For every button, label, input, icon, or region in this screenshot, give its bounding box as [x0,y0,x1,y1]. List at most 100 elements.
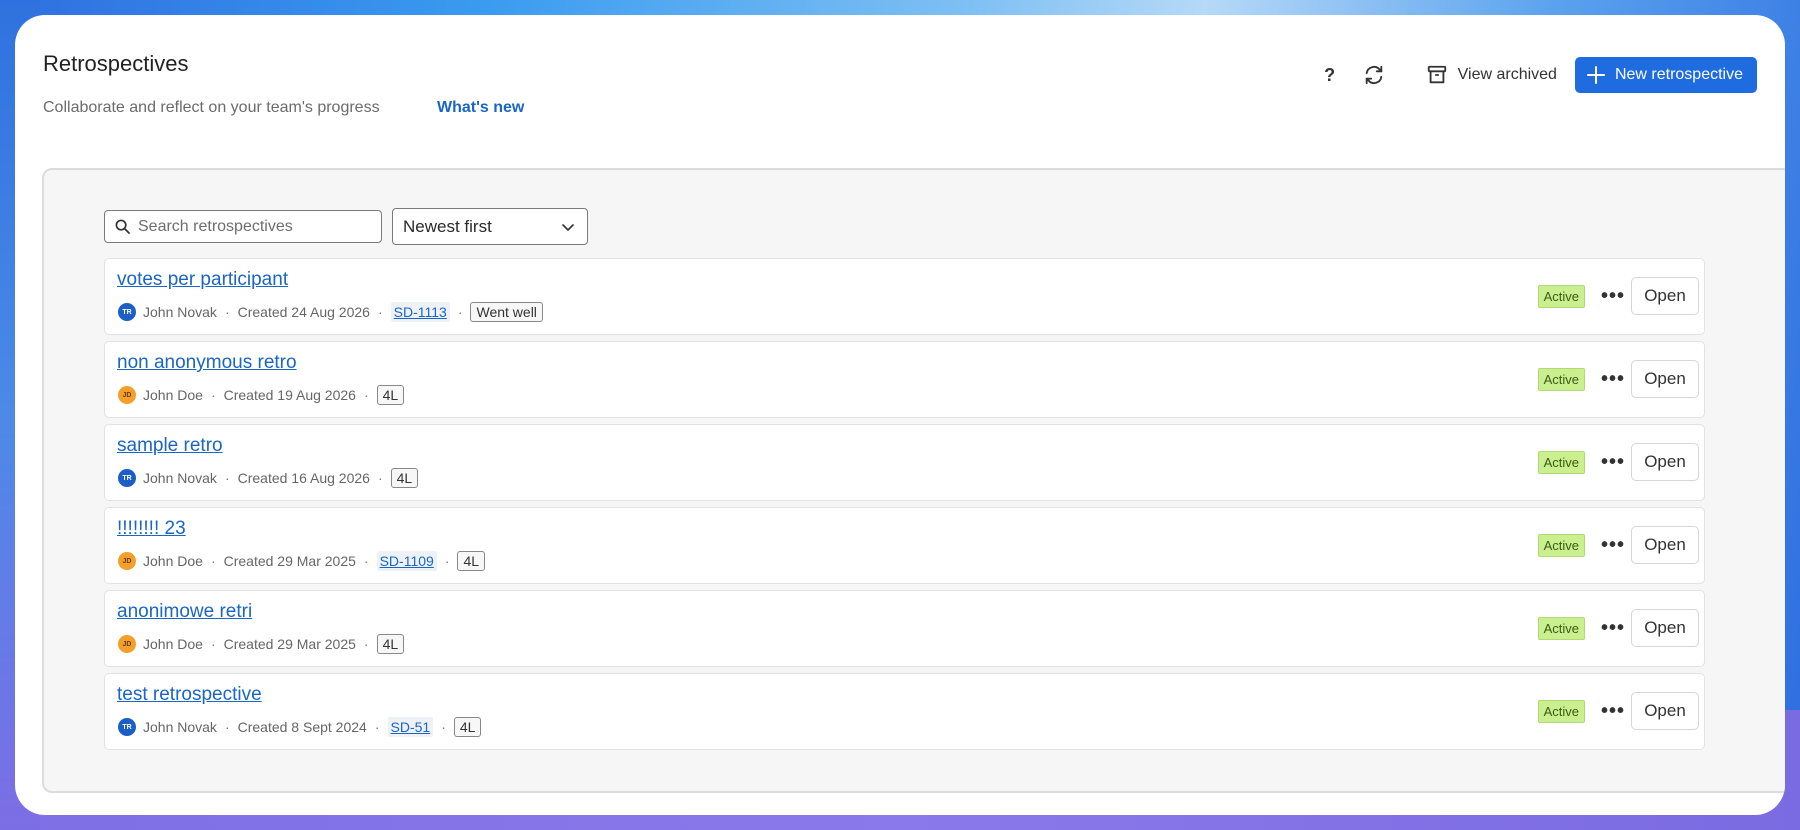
status-badge: Active [1537,533,1585,557]
created-date: Created 19 Aug 2026 [223,387,356,403]
status-badge: Active [1537,367,1585,391]
avatar: TR [118,718,136,736]
created-date: Created 29 Mar 2025 [223,553,356,569]
status-badge: Active [1537,699,1585,723]
template-tag: 4L [390,468,419,488]
list-item: test retrospective TR John Novak · Created 8… [104,673,1705,750]
avatar: JD [118,386,136,404]
more-actions-icon[interactable]: ••• [1601,701,1625,721]
sort-value: Newest first [403,216,492,236]
list-item: !!!!!!!! 23 JD John Doe · Created 29 Mar 202… [104,507,1705,584]
list-item: non anonymous retro JD John Doe · Created 19… [104,341,1705,418]
separator-dot: · [210,636,216,652]
template-tag: 4L [376,385,405,405]
retro-title-link[interactable]: non anonymous retro [117,352,297,374]
author-name: John Novak [143,470,217,486]
open-button[interactable]: Open [1631,443,1699,481]
chevron-down-icon [562,223,574,231]
separator-dot: · [377,304,383,320]
created-date: Created 24 Aug 2026 [237,304,370,320]
refresh-icon [1365,65,1382,85]
status-badge: Active [1537,616,1585,640]
search-box[interactable] [104,210,382,243]
list-item: votes per participant TR John Novak · Create… [104,258,1705,335]
template-tag: 4L [453,717,482,737]
author-name: John Novak [143,719,217,735]
page-subtitle: Collaborate and reflect on your team's p… [43,99,380,116]
created-date: Created 29 Mar 2025 [223,636,356,652]
separator-dot: · [363,387,369,403]
sort-select[interactable]: Newest first [392,208,588,245]
separator-dot: · [210,553,216,569]
separator-dot: · [224,470,230,486]
separator-dot: · [224,304,230,320]
new-retrospective-button[interactable]: New retrospective [1574,57,1757,93]
status-badge: Active [1537,284,1585,308]
new-retrospective-label: New retrospective [1614,66,1743,83]
template-tag: 4L [457,551,486,571]
author-name: John Doe [143,387,203,403]
retro-title-link[interactable]: !!!!!!!! 23 [117,518,186,540]
separator-dot: · [377,470,383,486]
plus-icon [1586,66,1605,84]
search-icon [115,219,130,234]
issue-key-link[interactable]: SD-1109 [376,551,437,571]
header-toolbar: ? View archived New retrospective [1312,57,1757,93]
page-title: Retrospectives [43,51,189,76]
more-actions-icon[interactable]: ••• [1601,369,1625,389]
help-button[interactable]: ? [1312,57,1348,93]
issue-key-link[interactable]: SD-51 [387,717,434,737]
retro-title-link[interactable]: test retrospective [117,684,262,706]
avatar: JD [118,552,136,570]
retro-meta: JD John Doe · Created 29 Mar 2025 · SD-1109 · 4… [118,549,486,573]
whats-new-link[interactable]: What's new [437,99,524,117]
retro-title-link[interactable]: votes per participant [117,269,288,291]
archive-icon [1427,65,1446,84]
retrospectives-list: votes per participant TR John Novak · Create… [104,258,1705,756]
view-archived-label: View archived [1457,66,1557,83]
more-actions-icon[interactable]: ••• [1601,452,1625,472]
open-button[interactable]: Open [1631,277,1699,315]
page-header: Retrospectives Collaborate and reflect o… [43,37,1757,117]
avatar: JD [118,635,136,653]
template-tag: 4L [376,634,405,654]
created-date: Created 8 Sept 2024 [237,719,367,735]
open-button[interactable]: Open [1631,692,1699,730]
avatar: TR [118,303,136,321]
filters-bar: Newest first [104,208,588,245]
open-button[interactable]: Open [1631,360,1699,398]
more-actions-icon[interactable]: ••• [1601,286,1625,306]
separator-dot: · [363,553,369,569]
row-actions: Active ••• Open [1537,443,1699,481]
separator-dot: · [363,636,369,652]
author-name: John Doe [143,636,203,652]
open-button[interactable]: Open [1631,526,1699,564]
help-icon: ? [1324,64,1336,85]
retro-meta: JD John Doe · Created 19 Aug 2026 · 4L [118,383,405,407]
more-actions-icon[interactable]: ••• [1601,618,1625,638]
template-tag: Went well [470,302,543,322]
row-actions: Active ••• Open [1537,692,1699,730]
separator-dot: · [210,387,216,403]
separator-dot: · [224,719,230,735]
list-item: sample retro TR John Novak · Created 16 Aug … [104,424,1705,501]
retrospectives-panel: Newest first votes per participant TR John… [42,168,1785,793]
separator-dot: · [457,304,463,320]
retro-meta: JD John Doe · Created 29 Mar 2025 · 4L [118,632,405,656]
search-input[interactable] [138,217,368,236]
row-actions: Active ••• Open [1537,277,1699,315]
row-actions: Active ••• Open [1537,609,1699,647]
retro-title-link[interactable]: sample retro [117,435,223,457]
view-archived-button[interactable]: View archived [1426,64,1557,86]
retro-meta: TR John Novak · Created 24 Aug 2026 · SD-1113… [118,300,543,324]
refresh-button[interactable] [1356,57,1392,93]
list-item: anonimowe retri JD John Doe · Created 29 Mar… [104,590,1705,667]
status-badge: Active [1537,450,1585,474]
avatar: TR [118,469,136,487]
app-window: Retrospectives Collaborate and reflect o… [15,15,1785,815]
more-actions-icon[interactable]: ••• [1601,535,1625,555]
open-button[interactable]: Open [1631,609,1699,647]
retro-title-link[interactable]: anonimowe retri [117,601,252,623]
row-actions: Active ••• Open [1537,360,1699,398]
issue-key-link[interactable]: SD-1113 [390,302,450,322]
